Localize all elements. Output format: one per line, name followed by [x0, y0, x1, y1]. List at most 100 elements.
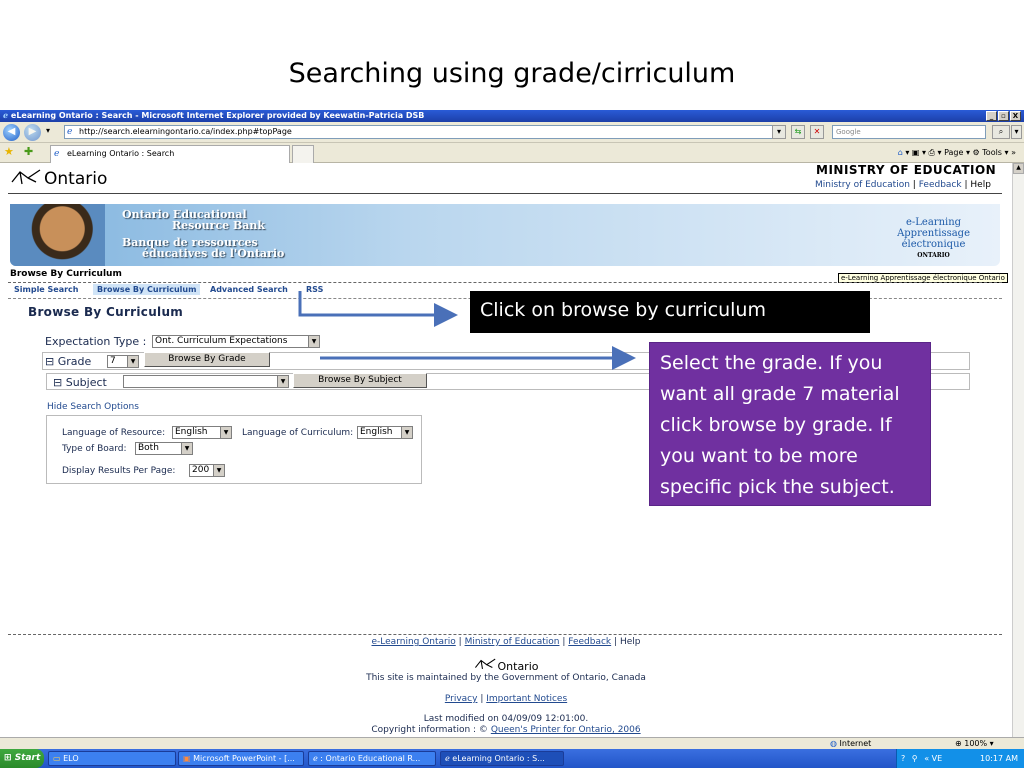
queens-printer-link[interactable]: Queen's Printer for Ontario, 2006: [491, 725, 641, 735]
student-photo: [10, 204, 105, 266]
search-options-icon[interactable]: ▾: [1011, 125, 1022, 139]
tab-browse-by-curriculum[interactable]: Browse By Curriculum: [93, 284, 201, 295]
ministry-header: MINISTRY OF EDUCATION: [816, 163, 997, 177]
banner-line-4: éducatives de l'Ontario: [142, 247, 285, 260]
elearning-logo-line-4: ONTARIO: [917, 252, 950, 259]
new-tab-button[interactable]: [292, 145, 314, 163]
language-tray[interactable]: « VE: [924, 754, 942, 763]
ie-icon: ℯ: [313, 754, 318, 763]
feeds-icon[interactable]: ▾ ▣ ▾: [905, 148, 926, 157]
board-type-select[interactable]: Both ▼: [135, 442, 193, 455]
heading-divider: [8, 282, 1002, 283]
footer-feedback-link[interactable]: Feedback: [568, 637, 611, 647]
url-dropdown-icon[interactable]: ▾: [772, 125, 786, 139]
language-resource-select[interactable]: English ▼: [172, 426, 232, 439]
tab-advanced-search[interactable]: Advanced Search: [206, 284, 292, 295]
taskbar-item-elo[interactable]: ▭ ELO: [48, 751, 176, 766]
powerpoint-icon: ▣: [183, 754, 191, 763]
page-icon: ℯ: [67, 127, 73, 137]
tools-menu[interactable]: ⚙ Tools ▾: [973, 148, 1009, 157]
chevron-down-icon: ▼: [181, 443, 192, 454]
notices-link[interactable]: Important Notices: [486, 694, 567, 704]
folder-icon: ▭: [53, 754, 61, 763]
vertical-scrollbar[interactable]: ▲: [1012, 163, 1024, 737]
home-icon[interactable]: ⌂: [898, 148, 903, 157]
browser-tab[interactable]: ℯ eLearning Ontario : Search: [50, 145, 290, 163]
tab-simple-search[interactable]: Simple Search: [10, 284, 83, 295]
feedback-link[interactable]: Feedback: [919, 180, 962, 190]
callout-select-grade: Select the grade. If you want all grade …: [649, 342, 931, 506]
add-favorites-icon[interactable]: ✚: [24, 145, 33, 158]
history-dropdown-icon[interactable]: ▾: [46, 126, 50, 135]
site-banner: Ontario Educational Resource Bank Banque…: [10, 204, 1000, 266]
page-menu[interactable]: Page ▾: [944, 148, 970, 157]
back-icon[interactable]: ◀: [3, 124, 20, 141]
browse-by-subject-button[interactable]: Browse By Subject: [293, 373, 427, 388]
collapse-icon[interactable]: ⊟: [53, 376, 62, 389]
toolbar-overflow-icon[interactable]: »: [1011, 148, 1016, 157]
browse-by-grade-button[interactable]: Browse By Grade: [144, 352, 270, 367]
grade-select[interactable]: 7 ▼: [107, 355, 139, 368]
favorites-star-icon[interactable]: ★: [4, 145, 14, 158]
ministry-link[interactable]: Ministry of Education: [815, 180, 910, 190]
chevron-down-icon: ▼: [213, 465, 224, 476]
trillium-icon: [11, 169, 41, 185]
subject-select[interactable]: ▼: [123, 375, 289, 388]
link-separator: |: [964, 180, 968, 190]
privacy-link[interactable]: Privacy: [445, 694, 478, 704]
clock: 10:17 AM: [980, 754, 1018, 763]
footer-legal-links: Privacy | Important Notices: [0, 694, 1012, 704]
chevron-down-icon: ▼: [308, 336, 319, 347]
footer-elearning-link[interactable]: e-Learning Ontario: [372, 637, 456, 647]
chevron-down-icon: ▼: [220, 427, 231, 438]
system-tray: ? ⚲ « VE 10:17 AM: [896, 749, 1024, 768]
window-title: eLearning Ontario : Search - Microsoft I…: [10, 111, 425, 120]
print-icon[interactable]: ⎙ ▾: [929, 148, 942, 157]
elearning-logo-line-2: Apprentissage: [897, 228, 970, 239]
search-icon[interactable]: ⌕: [992, 125, 1010, 139]
link-separator: |: [562, 637, 566, 647]
link-separator: |: [912, 180, 916, 190]
refresh-icon[interactable]: ⇆: [791, 125, 805, 139]
help-tray-icon[interactable]: ?: [901, 754, 905, 763]
taskbar-item-elearning[interactable]: ℯ eLearning Ontario : S...: [440, 751, 564, 766]
link-separator: |: [458, 637, 462, 647]
restore-button[interactable]: ▫: [998, 111, 1009, 121]
subject-label[interactable]: ⊟ Subject: [53, 376, 107, 389]
stop-icon[interactable]: ✕: [810, 125, 824, 139]
footer-maintained: This site is maintained by the Governmen…: [366, 673, 646, 683]
search-input[interactable]: Google: [832, 125, 986, 139]
slide-title: Searching using grade/cirriculum: [288, 58, 736, 89]
collapse-icon[interactable]: ⊟: [45, 355, 54, 368]
hide-search-options-link[interactable]: Hide Search Options: [47, 402, 139, 412]
zoom-level[interactable]: ⊕ 100% ▾: [955, 738, 994, 749]
section-title: Browse By Curriculum: [28, 305, 184, 319]
language-curriculum-select[interactable]: English ▼: [357, 426, 413, 439]
elearning-logo-line-1: e-Learning: [905, 217, 962, 228]
windows-flag-icon: ⊞: [4, 753, 12, 763]
start-button[interactable]: ⊞ Start: [0, 749, 44, 768]
footer-ministry-link[interactable]: Ministry of Education: [465, 637, 560, 647]
expectation-type-select[interactable]: Ont. Curriculum Expectations ▼: [152, 335, 320, 348]
results-per-page-select[interactable]: 200 ▼: [189, 464, 225, 477]
help-link[interactable]: Help: [970, 180, 991, 190]
minimize-button[interactable]: _: [986, 111, 997, 121]
forward-icon[interactable]: ▶: [24, 124, 41, 141]
url-input[interactable]: ℯ http://search.elearningontario.ca/inde…: [64, 125, 784, 139]
address-bar: ◀ ▶ ▾ ℯ http://search.elearningontario.c…: [0, 122, 1024, 143]
chevron-down-icon: ▼: [127, 356, 138, 367]
language-resource-label: Language of Resource:: [62, 428, 166, 438]
footer-help-link[interactable]: Help: [620, 637, 641, 647]
results-per-page-value: 200: [192, 465, 210, 475]
ontario-logo: Ontario: [10, 168, 107, 189]
network-tray-icon[interactable]: ⚲: [912, 754, 918, 763]
scroll-up-icon[interactable]: ▲: [1013, 163, 1024, 174]
window-titlebar: ℯ eLearning Ontario : Search - Microsoft…: [0, 110, 1024, 122]
close-button[interactable]: X: [1010, 111, 1021, 121]
taskbar-item-oerb[interactable]: ℯ : Ontario Educational R...: [308, 751, 436, 766]
grade-label[interactable]: ⊟ Grade: [45, 355, 91, 368]
taskbar-item-powerpoint[interactable]: ▣ Microsoft PowerPoint - [...: [178, 751, 304, 766]
tab-rss[interactable]: RSS: [302, 284, 327, 295]
chevron-down-icon: ▼: [277, 376, 288, 387]
board-type-value: Both: [138, 443, 159, 453]
